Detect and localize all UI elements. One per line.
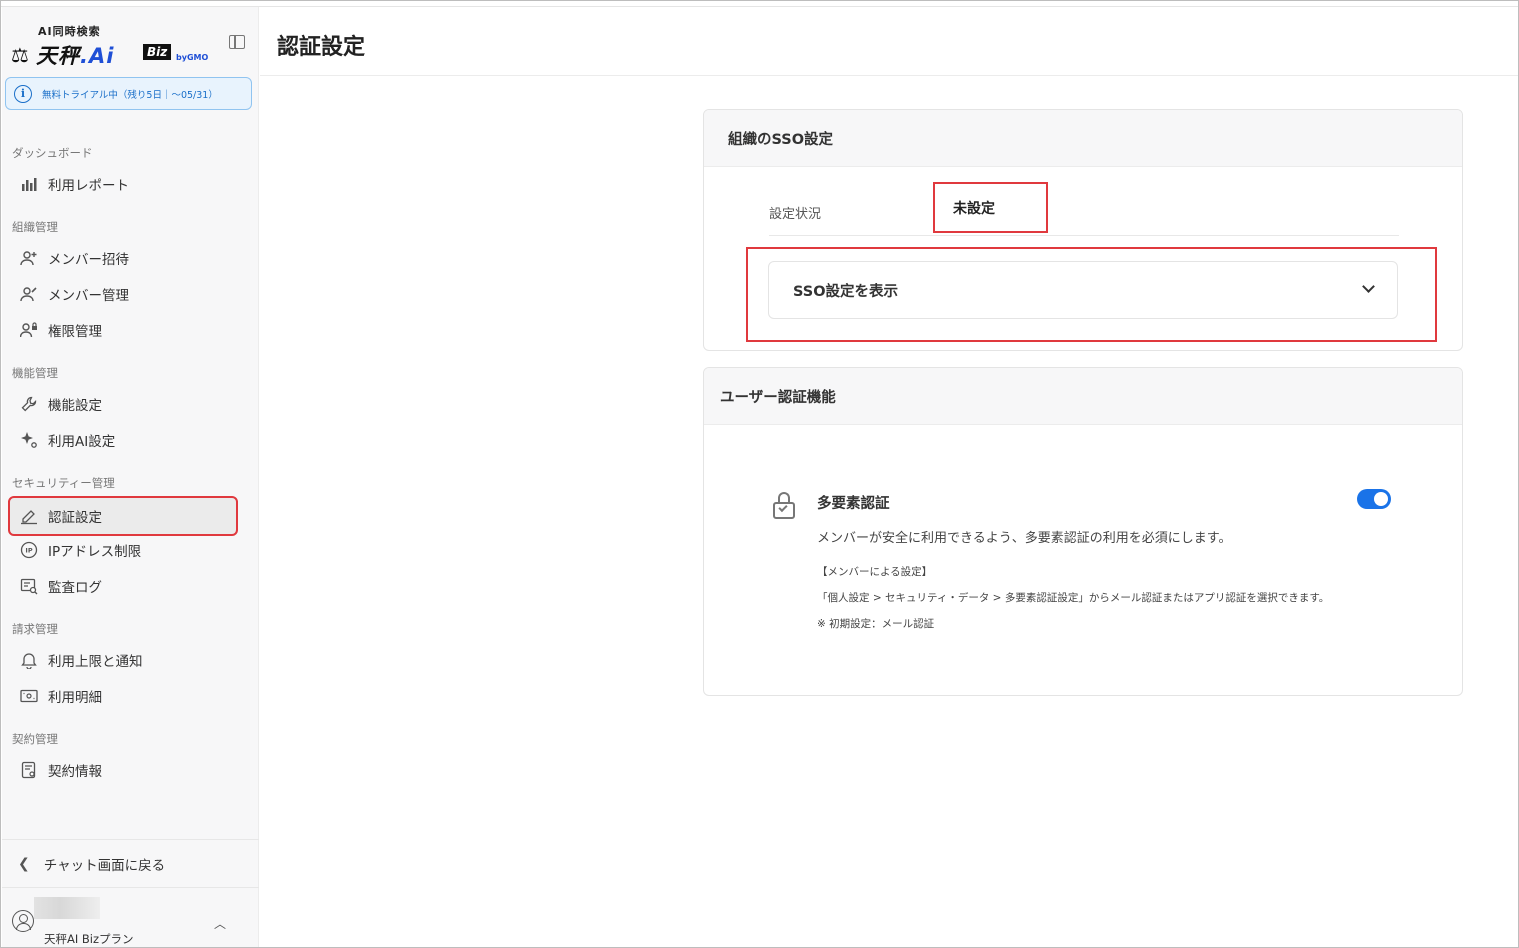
sidebar-item-usage-limit[interactable]: 利用上限と通知 [10, 642, 236, 678]
scale-icon: ⚖ [11, 43, 29, 67]
trial-text: 無料トライアル中（残り5日｜〜05/31） [42, 89, 218, 101]
user-edit-icon [20, 285, 38, 303]
sidebar-item-label: 利用上限と通知 [48, 654, 143, 670]
user-avatar-icon [12, 910, 34, 932]
info-icon: i [14, 84, 32, 103]
back-to-chat-button[interactable]: ❮ チャット画面に戻る [2, 839, 259, 888]
user-auth-card: ユーザー認証機能 多要素認証 メンバーが安全に利用できるよう、多要素認証の利用を… [703, 367, 1463, 696]
receipt-icon [20, 687, 38, 705]
sidebar-collapse-icon[interactable] [229, 35, 245, 49]
user-name-redacted [34, 897, 100, 919]
sidebar-item-contract-info[interactable]: 契約情報 [10, 752, 236, 788]
logo-title: 天秤.Ai [36, 44, 115, 68]
sidebar-item-auth-settings[interactable]: 認証設定 [8, 496, 238, 536]
sidebar-item-feature-settings[interactable]: 機能設定 [10, 386, 236, 422]
logo-gmo: byGMO [176, 53, 209, 62]
sidebar-item-label: メンバー招待 [48, 252, 129, 268]
sso-accordion-label: SSO設定を表示 [793, 283, 899, 300]
sidebar-item-permissions[interactable]: 権限管理 [10, 312, 236, 348]
auth-card-header: ユーザー認証機能 [704, 368, 1462, 425]
mfa-note-title: 【メンバーによる設定】 [817, 566, 933, 578]
sidebar-item-label: IPアドレス制限 [48, 544, 142, 560]
sso-show-accordion[interactable]: SSO設定を表示 [768, 261, 1398, 319]
sidebar-item-ai-settings[interactable]: 利用AI設定 [10, 422, 236, 458]
app-window: AI同時検索 ⚖ 天秤.Ai Biz byGMO i 無料トライアル中（残り5日… [0, 0, 1519, 948]
user-plus-icon [20, 249, 38, 267]
sso-status-row: 設定状況 未設定 [769, 182, 1399, 236]
mfa-toggle[interactable] [1357, 489, 1391, 509]
sidebar-item-audit-log[interactable]: 監査ログ [10, 568, 236, 604]
sidebar-item-label: 利用レポート [48, 178, 129, 194]
sidebar-item-usage-details[interactable]: 利用明細 [10, 678, 236, 714]
sidebar-item-label: 認証設定 [48, 510, 102, 526]
ip-icon: IP [20, 541, 38, 559]
sso-status-value: 未設定 [933, 182, 1048, 233]
sidebar-item-label: 利用AI設定 [48, 434, 116, 450]
mfa-note-default: ※ 初期設定：メール認証 [817, 618, 935, 630]
sidebar-item-usage-report[interactable]: 利用レポート [10, 166, 236, 202]
svg-text:IP: IP [25, 547, 32, 555]
mfa-title: 多要素認証 [817, 496, 890, 512]
section-security: セキュリティー管理 [12, 476, 115, 490]
sidebar-item-ip-restriction[interactable]: IP IPアドレス制限 [10, 532, 236, 568]
section-organization: 組織管理 [12, 220, 58, 234]
sidebar-item-label: 契約情報 [48, 764, 102, 780]
section-features: 機能管理 [12, 366, 58, 380]
user-menu[interactable]: 天秤AI Bizプラン ︿ [2, 895, 259, 947]
sso-settings-card: 組織のSSO設定 設定状況 未設定 SSO設定を表示 [703, 109, 1463, 351]
sidebar-item-label: 権限管理 [48, 324, 102, 340]
audit-log-icon [20, 577, 38, 595]
sidebar-item-label: 監査ログ [48, 580, 102, 596]
sidebar: AI同時検索 ⚖ 天秤.Ai Biz byGMO i 無料トライアル中（残り5日… [2, 7, 259, 947]
bar-chart-icon [20, 175, 38, 193]
back-label: チャット画面に戻る [43, 857, 166, 874]
logo-biz: Biz [143, 44, 172, 60]
chevron-down-icon [1362, 280, 1375, 293]
mfa-description: メンバーが安全に利用できるよう、多要素認証の利用を必須にします。 [817, 531, 1232, 546]
chevron-up-icon[interactable]: ︿ [214, 915, 226, 932]
sparkle-icon [20, 431, 38, 449]
signature-icon [20, 507, 38, 525]
contract-icon [20, 761, 38, 779]
section-contract: 契約管理 [12, 732, 58, 746]
page-title: 認証設定 [277, 35, 366, 60]
mfa-note-path: 「個人設定 > セキュリティ・データ > 多要素認証設定」からメール認証またはア… [817, 592, 1330, 604]
title-divider [260, 75, 1518, 76]
app-logo[interactable]: AI同時検索 ⚖ 天秤.Ai Biz byGMO [11, 21, 221, 69]
wrench-icon [20, 395, 38, 413]
section-dashboard: ダッシュボード [12, 146, 93, 160]
trial-banner[interactable]: i 無料トライアル中（残り5日｜〜05/31） [5, 77, 252, 110]
sso-card-header: 組織のSSO設定 [704, 110, 1462, 167]
sidebar-item-member-manage[interactable]: メンバー管理 [10, 276, 236, 312]
user-plan: 天秤AI Bizプラン [44, 932, 134, 946]
lock-check-icon [772, 492, 796, 520]
sidebar-item-member-invite[interactable]: メンバー招待 [10, 240, 236, 276]
sidebar-item-label: 利用明細 [48, 690, 102, 706]
logo-subtitle: AI同時検索 [38, 25, 101, 38]
bell-icon [20, 651, 38, 669]
chevron-left-icon: ❮ [18, 855, 30, 872]
sidebar-item-label: 機能設定 [48, 398, 102, 414]
section-billing: 請求管理 [12, 622, 58, 636]
user-lock-icon [20, 321, 38, 339]
sso-status-label: 設定状況 [769, 207, 822, 222]
sso-accordion-highlight: SSO設定を表示 [746, 247, 1437, 342]
sidebar-item-label: メンバー管理 [48, 288, 129, 304]
